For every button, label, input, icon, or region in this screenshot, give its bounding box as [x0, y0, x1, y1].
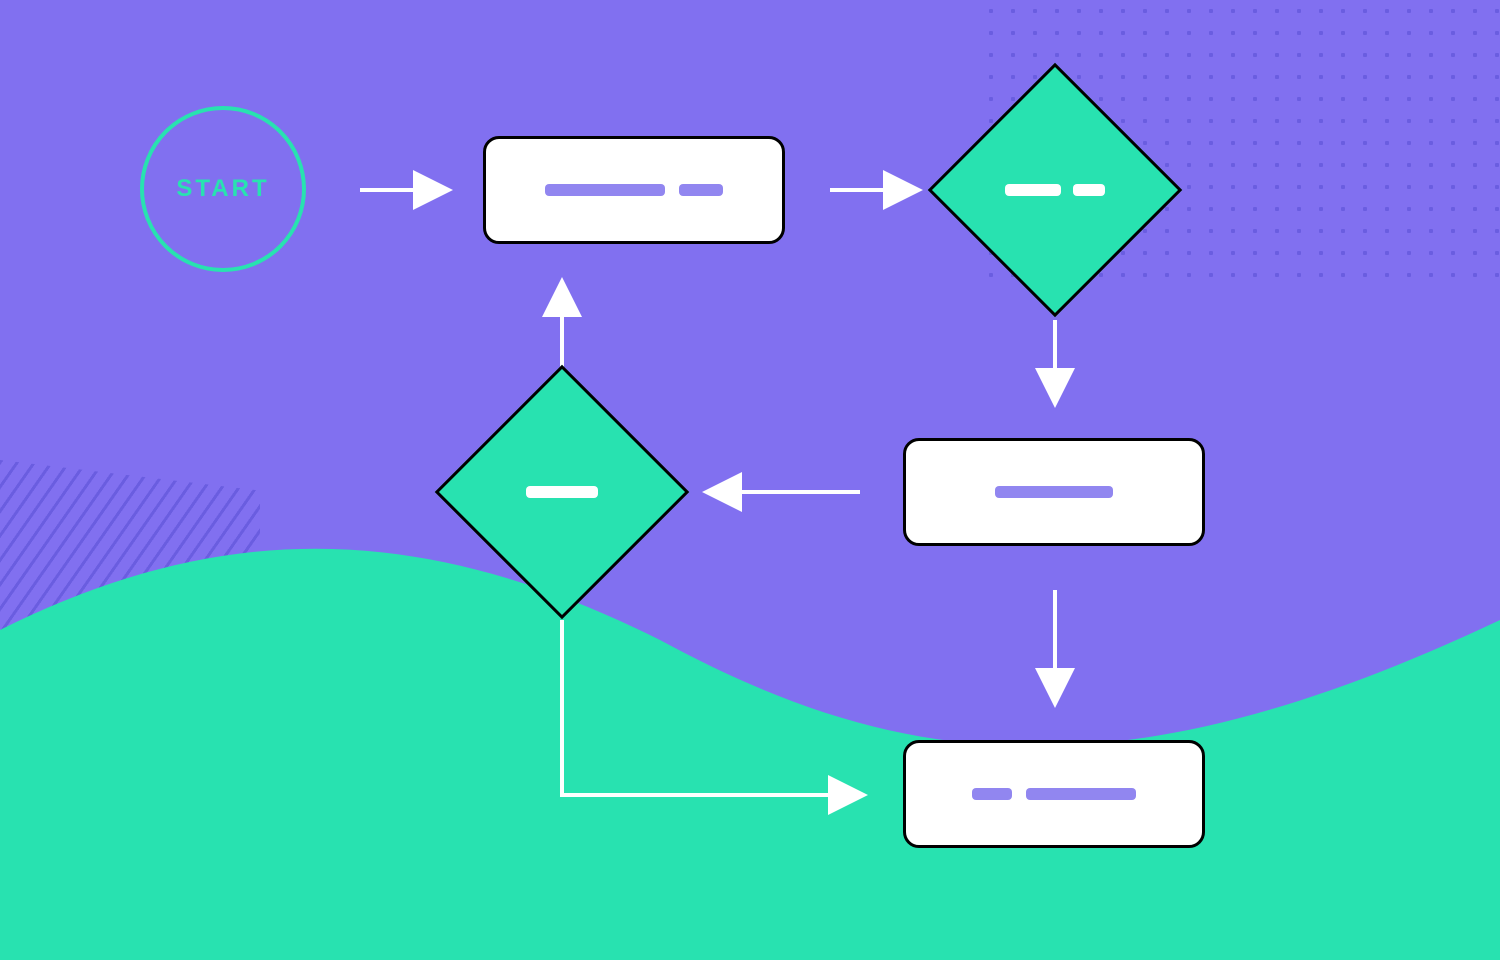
placeholder-bar	[1073, 184, 1105, 196]
placeholder-bar	[1005, 184, 1061, 196]
placeholder-bar	[972, 788, 1012, 800]
start-label: START	[176, 175, 269, 203]
placeholder-bar	[1026, 788, 1136, 800]
process-mid-right-node	[903, 438, 1205, 546]
arrow-decision-left-to-process-bottom	[562, 620, 860, 795]
placeholder-bar	[526, 486, 598, 498]
process-top-node	[483, 136, 785, 244]
process-bottom-right-node	[903, 740, 1205, 848]
placeholder-bar	[995, 486, 1113, 498]
placeholder-bar	[679, 184, 723, 196]
placeholder-bar	[545, 184, 665, 196]
flowchart-canvas: START	[0, 0, 1500, 960]
start-node: START	[140, 106, 306, 272]
